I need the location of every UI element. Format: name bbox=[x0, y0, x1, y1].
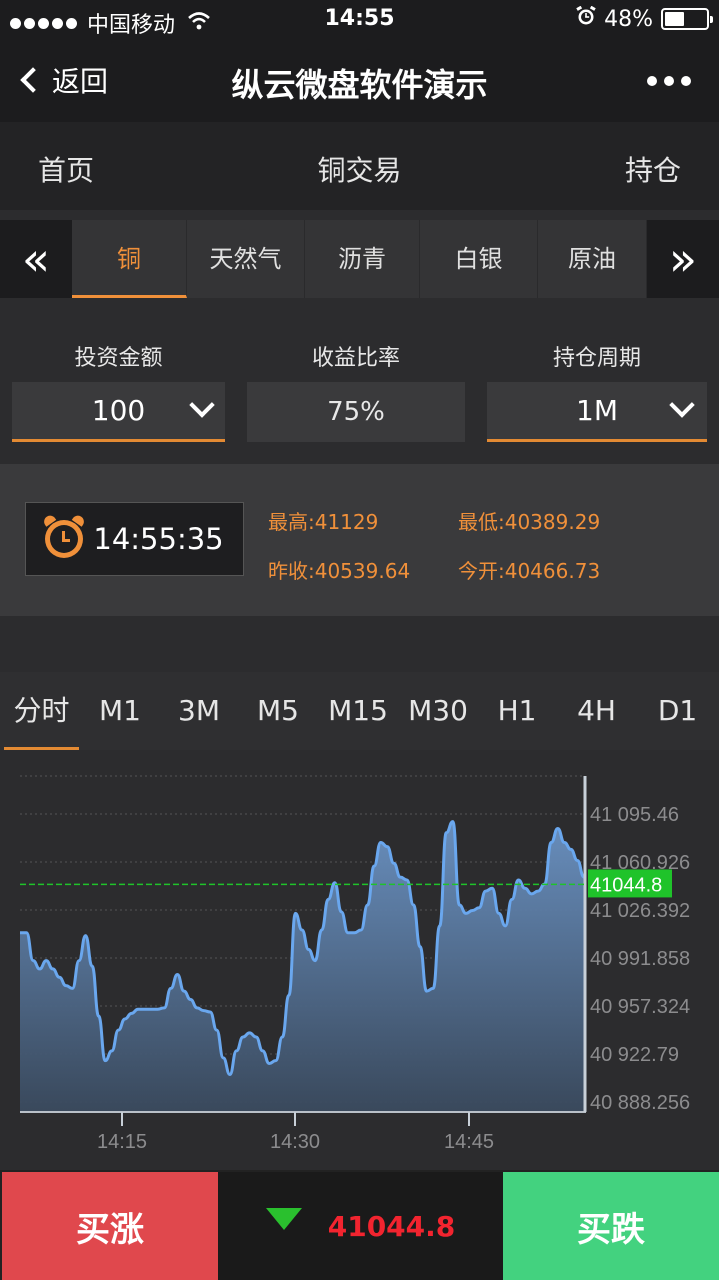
tab-h1[interactable]: H1 bbox=[479, 672, 555, 750]
y-tick-label: 41 095.46 bbox=[590, 804, 679, 826]
buy-down-button[interactable]: 买跌 bbox=[503, 1172, 719, 1280]
low-price: 最低:40389.29 bbox=[458, 510, 601, 534]
timeframe-tabs: 分时 M1 3M M5 M15 M30 H1 4H D1 bbox=[0, 672, 719, 750]
current-price-display: 41044.8 bbox=[218, 1172, 503, 1280]
triangle-down-icon bbox=[265, 1208, 302, 1230]
x-tick-label: 14:15 bbox=[97, 1131, 147, 1153]
tab-copper-trade[interactable]: 铜交易 bbox=[0, 149, 719, 189]
invest-amount-label: 投资金额 bbox=[74, 346, 163, 371]
prev-close-price: 昨收:40539.64 bbox=[268, 559, 411, 583]
x-tick-label: 14:45 bbox=[444, 1131, 494, 1153]
tab-4h[interactable]: 4H bbox=[558, 672, 635, 750]
commodity-tabs: « 铜 天然气 沥青 白银 原油 » bbox=[0, 220, 719, 298]
holding-period-label: 持仓周期 bbox=[552, 346, 641, 371]
tab-m15[interactable]: M15 bbox=[319, 672, 397, 750]
alarm-clock-icon bbox=[45, 520, 84, 558]
trade-bar: 买涨 41044.8 买跌 bbox=[0, 1170, 719, 1280]
battery-label: 48% bbox=[604, 6, 653, 32]
buy-up-button[interactable]: 买涨 bbox=[2, 1172, 218, 1280]
next-commodity-button[interactable]: » bbox=[647, 220, 719, 298]
high-price: 最高:41129 bbox=[268, 510, 379, 534]
current-price-label: 41044.8 bbox=[590, 874, 662, 896]
return-rate-label: 收益比率 bbox=[311, 346, 400, 371]
tab-m30[interactable]: M30 bbox=[400, 672, 476, 750]
return-rate-field: 75% bbox=[247, 382, 465, 442]
x-tick-label: 14:30 bbox=[270, 1131, 320, 1153]
current-price-value: 41044.8 bbox=[327, 1209, 456, 1243]
commodity-tab-copper[interactable]: 铜 bbox=[72, 220, 187, 298]
tab-m5[interactable]: M5 bbox=[240, 672, 316, 750]
commodity-tab-asphalt[interactable]: 沥青 bbox=[305, 220, 420, 298]
y-tick-label: 40 991.858 bbox=[590, 948, 690, 970]
quote-info-panel: 14:55:35 最高:41129 最低:40389.29 昨收:40539.6… bbox=[0, 464, 719, 616]
tab-d1[interactable]: D1 bbox=[638, 672, 717, 750]
holding-period-select[interactable]: 1M bbox=[487, 382, 707, 442]
open-price: 今开:40466.73 bbox=[458, 559, 601, 583]
status-bar: 中国移动 14:55 48% bbox=[0, 0, 719, 40]
chevron-down-icon bbox=[669, 392, 695, 418]
price-chart-svg: 41 095.4641 060.92641 026.39240 991.8584… bbox=[20, 775, 690, 1153]
price-chart: 41 095.46 41 060.926 41 026.392 40 991.858 4… bbox=[0, 758, 719, 1170]
more-options-icon[interactable] bbox=[647, 76, 691, 86]
y-tick-label: 41 026.392 bbox=[590, 900, 690, 922]
double-chevron-right-icon: » bbox=[668, 232, 698, 286]
return-rate-value: 75% bbox=[327, 397, 385, 427]
page-title: 纵云微盘软件演示 bbox=[231, 66, 488, 104]
clock-box: 14:55:35 bbox=[25, 502, 244, 576]
holding-period-value: 1M bbox=[576, 394, 618, 427]
order-form: 投资金额 收益比率 持仓周期 100 75% 1M bbox=[0, 298, 719, 464]
clock-time: 14:55:35 bbox=[93, 522, 224, 556]
tab-3m[interactable]: 3M bbox=[161, 672, 237, 750]
prev-commodity-button[interactable]: « bbox=[0, 220, 72, 298]
nav-bar: 返回 纵云微盘软件演示 bbox=[0, 40, 719, 122]
y-tick-label: 40 888.256 bbox=[590, 1092, 690, 1114]
battery-icon bbox=[661, 8, 713, 30]
top-tabs: 首页 铜交易 持仓 bbox=[0, 122, 719, 210]
tab-timeshare[interactable]: 分时 bbox=[4, 672, 79, 750]
commodity-tab-crude-oil[interactable]: 原油 bbox=[538, 220, 647, 298]
commodity-tab-natural-gas[interactable]: 天然气 bbox=[187, 220, 305, 298]
tab-positions[interactable]: 持仓 bbox=[625, 149, 681, 189]
y-tick-label: 40 957.324 bbox=[590, 996, 690, 1018]
chevron-down-icon bbox=[189, 392, 215, 418]
price-area bbox=[20, 821, 584, 1112]
commodity-tab-silver[interactable]: 白银 bbox=[420, 220, 538, 298]
alarm-status-icon bbox=[576, 5, 596, 32]
double-chevron-left-icon: « bbox=[21, 232, 51, 286]
y-tick-label: 40 922.79 bbox=[590, 1044, 679, 1066]
status-right: 48% bbox=[576, 5, 713, 32]
tab-m1[interactable]: M1 bbox=[82, 672, 158, 750]
invest-amount-select[interactable]: 100 bbox=[12, 382, 225, 442]
invest-amount-value: 100 bbox=[91, 394, 146, 427]
